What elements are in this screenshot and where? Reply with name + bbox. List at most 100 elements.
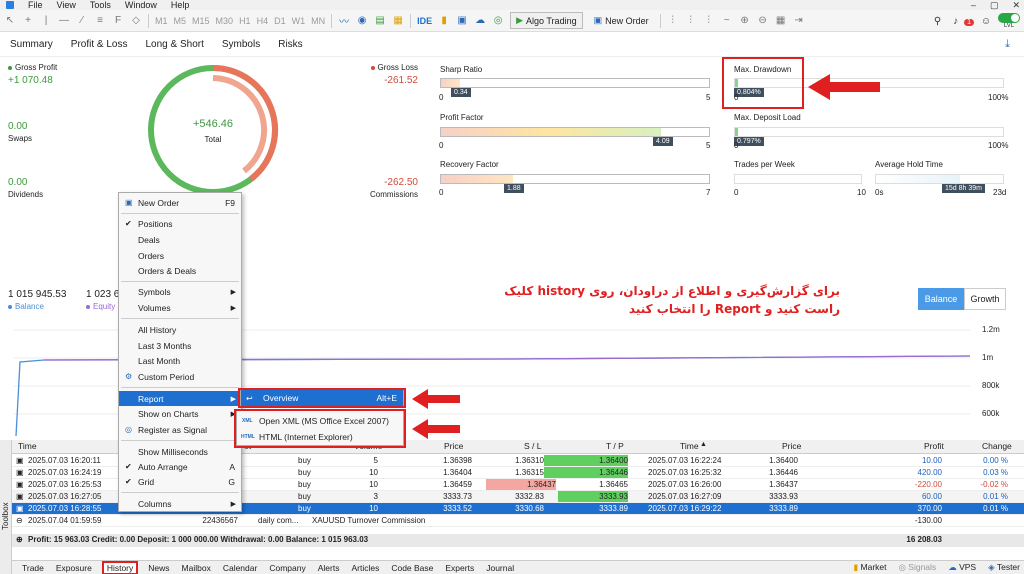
tf-m30[interactable]: M30	[216, 16, 234, 26]
market-link[interactable]: ▮ Market	[853, 562, 886, 573]
menu-custom-period[interactable]: ⚙ Custom Period	[119, 369, 241, 384]
channel-icon[interactable]: ≡	[94, 15, 106, 27]
growth-button[interactable]: Growth	[964, 288, 1006, 310]
signals-link[interactable]: ◎ Signals	[899, 562, 937, 573]
max-deposit-load-min: 0	[734, 141, 739, 150]
menu-auto-arrange[interactable]: ✔ Auto Arrange A	[119, 459, 241, 474]
menu-window[interactable]: Window	[125, 0, 157, 10]
avg-hold-time-min: 0s	[875, 188, 884, 197]
tf-h1[interactable]: H1	[239, 16, 251, 26]
menu-report[interactable]: Report ▶	[119, 391, 241, 406]
menu-symbols[interactable]: Symbols ▶	[119, 284, 241, 299]
tab-company[interactable]: Company	[269, 563, 305, 573]
tab-experts[interactable]: Experts	[445, 563, 474, 573]
col-price[interactable]: Price	[444, 441, 463, 451]
menu-view[interactable]: View	[57, 0, 76, 10]
zoom-in-icon[interactable]: ⊕	[739, 15, 751, 27]
autoscroll-icon[interactable]: ⇥	[793, 15, 805, 27]
tf-mn[interactable]: MN	[311, 16, 325, 26]
tf-w1[interactable]: W1	[292, 16, 306, 26]
menu-all-history[interactable]: All History	[119, 322, 241, 337]
menu-positions[interactable]: ✔ Positions	[119, 216, 241, 231]
menu-help[interactable]: Help	[171, 0, 190, 10]
zoom-out-icon[interactable]: ⊖	[757, 15, 769, 27]
tf-m1[interactable]: M1	[155, 16, 168, 26]
menu-report-label: Report	[138, 393, 164, 404]
menu-show-on-charts[interactable]: Show on Charts ▶	[119, 406, 241, 421]
menu-file[interactable]: File	[28, 0, 43, 10]
new-order-button[interactable]: ▣ New Order	[589, 13, 654, 28]
depth-icon[interactable]: ⫶	[667, 15, 679, 27]
cloud-icon[interactable]: ☁	[474, 15, 486, 27]
signals-icon[interactable]: ◎	[492, 15, 504, 27]
chart-type-icon[interactable]: 〰	[338, 15, 350, 28]
algo-trading-button[interactable]: ▶ Algo Trading	[510, 12, 583, 29]
candles-icon[interactable]: ⫶	[703, 15, 715, 27]
tab-calendar[interactable]: Calendar	[223, 563, 258, 573]
tf-m15[interactable]: M15	[192, 16, 210, 26]
trendline-icon[interactable]: ⁄	[76, 15, 88, 27]
menu-volumes[interactable]: Volumes ▶	[119, 300, 241, 315]
crosshair-icon[interactable]: +	[22, 15, 34, 27]
menu-deals[interactable]: Deals	[119, 232, 241, 247]
lvl-toggle[interactable]: LVL	[998, 13, 1020, 29]
download-icon[interactable]: ⤓	[1005, 38, 1010, 51]
cursor-icon[interactable]: ↖	[4, 15, 16, 27]
col-close-time[interactable]: Time	[680, 441, 699, 451]
col-sl[interactable]: S / L	[524, 441, 541, 451]
tab-risks[interactable]: Risks	[278, 39, 302, 50]
vertical-line-icon[interactable]: |	[40, 15, 52, 27]
tab-profit-loss[interactable]: Profit & Loss	[71, 39, 128, 50]
line-icon[interactable]: ~	[721, 15, 733, 27]
col-tp[interactable]: T / P	[606, 441, 624, 451]
tab-journal[interactable]: Journal	[486, 563, 514, 573]
menu-register-signal[interactable]: ◎ Register as Signal	[119, 422, 241, 437]
toolbox-side-panel[interactable]: Toolbox	[0, 440, 12, 574]
lock-icon[interactable]: ▮	[438, 15, 450, 27]
market-icon[interactable]: ▣	[456, 15, 468, 27]
tab-history[interactable]: History	[101, 560, 139, 574]
menu-last-3-months[interactable]: Last 3 Months	[119, 338, 241, 353]
templates-icon[interactable]: ▦	[392, 15, 404, 27]
menu-orders[interactable]: Orders	[119, 248, 241, 263]
horizontal-line-icon[interactable]: —	[58, 15, 70, 27]
tester-link[interactable]: ◈ Tester	[988, 562, 1020, 573]
col-time[interactable]: Time	[18, 441, 37, 451]
ide-button[interactable]: IDE	[417, 16, 432, 26]
search-icon[interactable]: ⚲	[932, 15, 944, 27]
tab-code-base[interactable]: Code Base	[391, 563, 433, 573]
vps-link[interactable]: ☁ VPS	[948, 562, 976, 573]
tab-mailbox[interactable]: Mailbox	[182, 563, 211, 573]
indicators-icon[interactable]: ▤	[374, 15, 386, 27]
bars-icon[interactable]: ⫶	[685, 15, 697, 27]
tab-symbols[interactable]: Symbols	[222, 39, 260, 50]
menu-last-month[interactable]: Last Month	[119, 353, 241, 368]
grid-icon[interactable]: ▦	[775, 15, 787, 27]
tf-d1[interactable]: D1	[274, 16, 286, 26]
tab-news[interactable]: News	[148, 563, 169, 573]
color-icon[interactable]: ◉	[356, 15, 368, 27]
col-change[interactable]: Change	[982, 441, 1012, 451]
menu-show-ms[interactable]: Show Milliseconds	[119, 444, 241, 459]
menu-grid[interactable]: ✔ Grid G	[119, 474, 241, 489]
balance-button[interactable]: Balance	[918, 288, 964, 310]
menu-tools[interactable]: Tools	[90, 0, 111, 10]
shapes-icon[interactable]: ◇	[130, 15, 142, 27]
tf-m5[interactable]: M5	[174, 16, 187, 26]
menu-columns[interactable]: Columns ▶	[119, 496, 241, 511]
account-icon[interactable]: ☺	[980, 15, 992, 27]
tab-long-short[interactable]: Long & Short	[146, 39, 204, 50]
tab-trade[interactable]: Trade	[22, 563, 44, 573]
menu-orders-deals[interactable]: Orders & Deals	[119, 263, 241, 278]
fibonacci-icon[interactable]: F	[112, 15, 124, 27]
menu-new-order[interactable]: ▣ New Order F9	[119, 195, 241, 210]
notifications[interactable]: ♪ 1	[950, 15, 974, 27]
tab-alerts[interactable]: Alerts	[318, 563, 340, 573]
tf-h4[interactable]: H4	[257, 16, 269, 26]
table-row-commission[interactable]: ⊖ 2025.07.04 01:59:59 22436567 daily com…	[12, 515, 1024, 527]
col-profit[interactable]: Profit	[924, 441, 944, 451]
col-close-price[interactable]: Price	[782, 441, 801, 451]
tab-articles[interactable]: Articles	[351, 563, 379, 573]
tab-exposure[interactable]: Exposure	[56, 563, 92, 573]
tab-summary[interactable]: Summary	[10, 39, 53, 50]
